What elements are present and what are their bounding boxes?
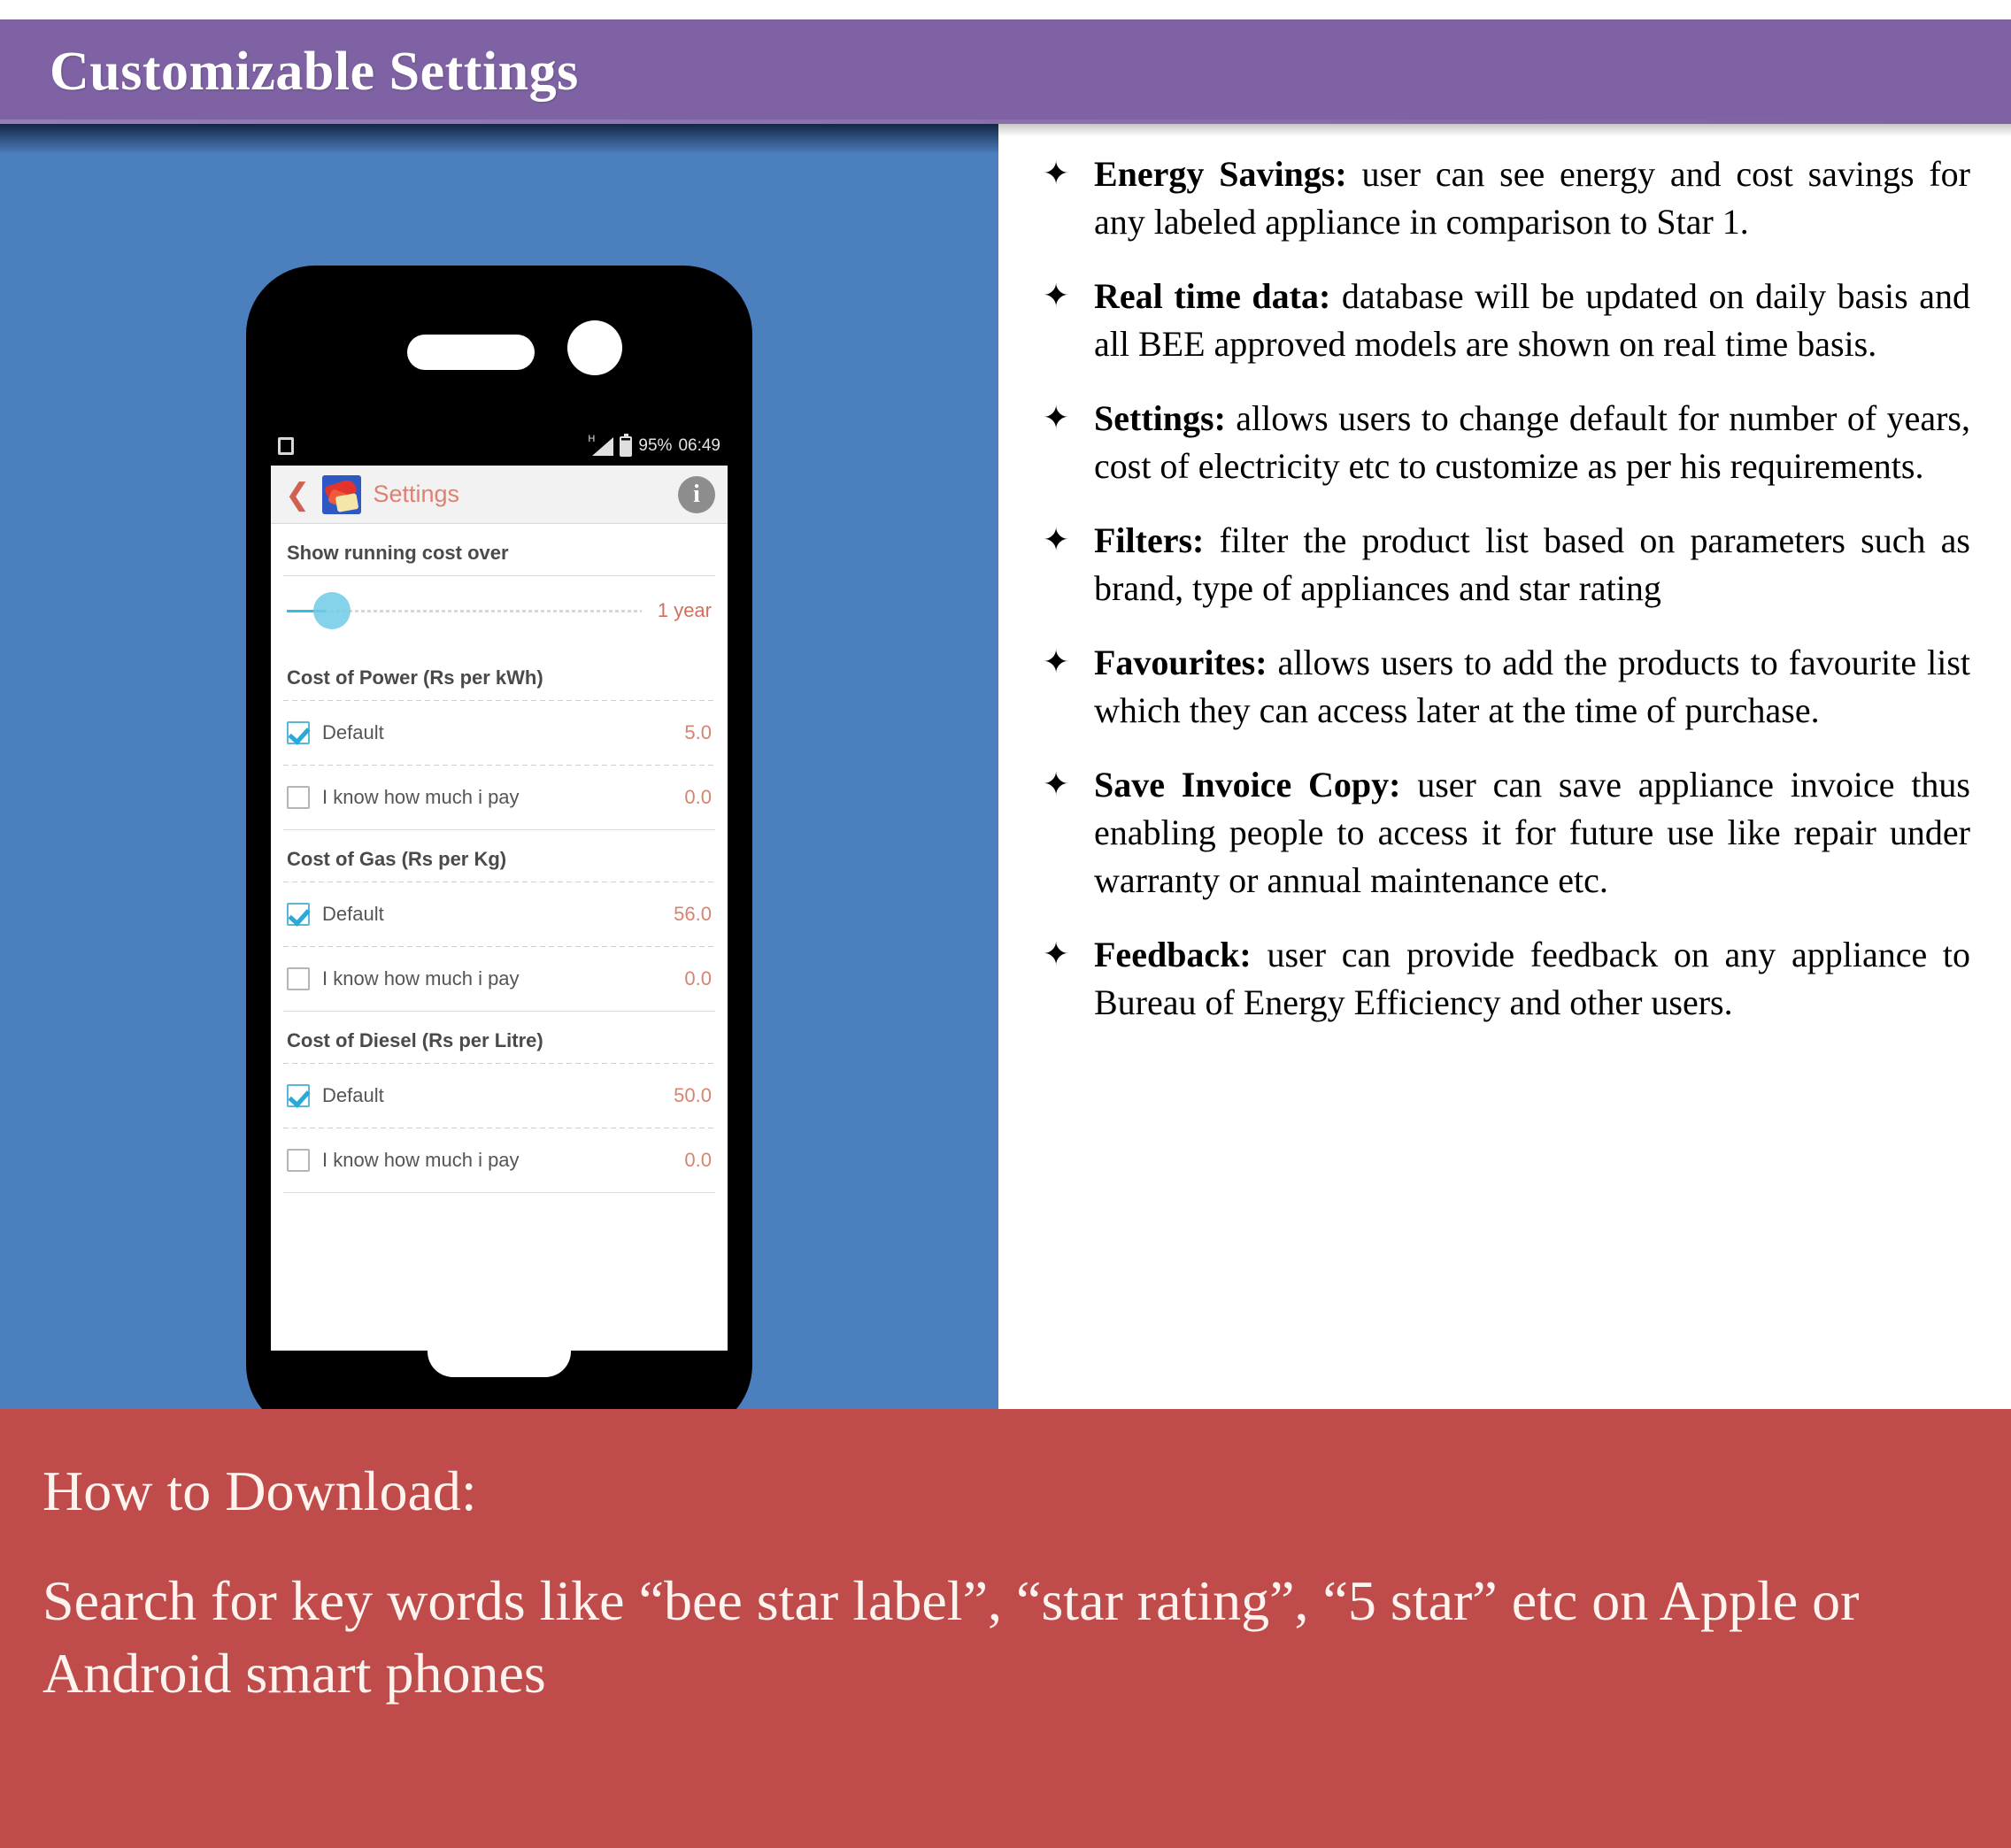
list-item[interactable]: Default 50.0 [271,1064,728,1128]
feature-lead: Favourites: [1094,643,1267,682]
phone-mockup: H 95% 06:49 ❮ Settings i Show running co… [246,266,752,1409]
status-bar-left [278,437,294,455]
top-margin-strip [0,0,2011,19]
panel-top-shadow [0,124,998,154]
list-item[interactable]: Default 56.0 [271,882,728,946]
list-item: ✦ Favourites: allows users to add the pr… [1039,639,1970,735]
signal-bars-icon: H [588,434,614,456]
status-bar-right: H 95% 06:49 [588,433,720,457]
diamond-bullet-icon: ✦ [1043,278,1070,314]
checkbox-unchecked-icon[interactable] [287,786,310,809]
phone-showcase-panel: H 95% 06:49 ❮ Settings i Show running co… [0,124,998,1409]
option-label: I know how much i pay [322,786,520,808]
panel-top-shadow [998,124,2011,136]
checkbox-unchecked-icon[interactable] [287,1149,310,1172]
list-item: ✦ Settings: allows users to change defau… [1039,395,1970,490]
list-item[interactable]: I know how much i pay 0.0 [271,766,728,829]
feature-lead: Energy Savings: [1094,154,1347,194]
list-item: ✦ Feedback: user can provide feedback on… [1039,931,1970,1027]
list-item: ✦ Filters: filter the product list based… [1039,517,1970,612]
diamond-bullet-icon: ✦ [1043,400,1070,436]
option-value: 0.0 [684,967,712,989]
slider-value-label: 1 year [657,599,712,621]
option-label: Default [322,903,384,925]
diamond-bullet-icon: ✦ [1043,936,1070,973]
feature-text: Filters: filter the product list based o… [1094,517,1970,612]
feature-list-panel: ✦ Energy Savings: user can see energy an… [998,124,2011,1409]
list-item[interactable]: Default 5.0 [271,701,728,765]
phone-front-camera-icon [567,320,622,375]
slide-title-band: Customizable Settings [0,19,2011,124]
section-label-cost-of-diesel: Cost of Diesel (Rs per Litre) [287,1029,543,1051]
divider [283,1192,715,1193]
section-label-running-cost: Show running cost over [287,542,509,564]
option-label: I know how much i pay [322,967,520,989]
app-screen-title: Settings [373,481,460,507]
checkbox-checked-icon[interactable] [287,721,310,744]
footer-body-text: Search for key words like “bee star labe… [42,1569,1860,1706]
option-label: Default [322,721,384,743]
option-value: 50.0 [674,1084,712,1106]
feature-text: Real time data: database will be updated… [1094,273,1970,368]
option-value: 0.0 [684,1149,712,1171]
app-logo-icon [321,474,361,514]
feature-lead: Filters: [1094,520,1205,560]
feature-text: Feedback: user can provide feedback on a… [1094,931,1970,1027]
list-item: ✦ Energy Savings: user can see energy an… [1039,150,1970,246]
app-header-bar: ❮ Settings i [271,466,728,524]
feature-lead: Real time data: [1094,276,1331,316]
battery-percent-label: 95% [638,436,673,455]
list-item: ✦ Save Invoice Copy: user can save appli… [1039,761,1970,905]
feature-text: Energy Savings: user can see energy and … [1094,150,1970,246]
feature-lead: Save Invoice Copy: [1094,765,1401,805]
option-label: Default [322,1084,384,1106]
how-to-download-footer: How to Download: Search for key words li… [0,1409,2011,1848]
option-value: 0.0 [684,786,712,808]
feature-lead: Feedback: [1094,935,1252,974]
checkbox-checked-icon[interactable] [287,903,310,926]
slider-thumb[interactable] [313,592,351,629]
back-chevron-icon[interactable]: ❮ [285,480,311,510]
feature-text: Save Invoice Copy: user can save applian… [1094,761,1970,905]
status-bar-clock: 06:49 [678,436,720,455]
diamond-bullet-icon: ✦ [1043,766,1070,803]
info-icon[interactable]: i [678,475,715,513]
square-notification-icon [278,437,294,455]
battery-icon [620,433,633,457]
phone-status-bar: H 95% 06:49 [271,427,728,466]
diamond-bullet-icon: ✦ [1043,156,1070,192]
running-cost-slider[interactable] [287,592,642,629]
checkbox-unchecked-icon[interactable] [287,967,310,990]
phone-earpiece-speaker [407,335,535,370]
feature-lead: Settings: [1094,398,1226,438]
section-label-cost-of-power: Cost of Power (Rs per kWh) [287,666,543,689]
feature-text: Favourites: allows users to add the prod… [1094,639,1970,735]
feature-text: Settings: allows users to change default… [1094,395,1970,490]
diamond-bullet-icon: ✦ [1043,522,1070,558]
diamond-bullet-icon: ✦ [1043,644,1070,681]
page-title: Customizable Settings [50,42,579,102]
section-label-cost-of-gas: Cost of Gas (Rs per Kg) [287,848,507,870]
feature-description: filter the product list based on paramet… [1094,520,1970,608]
list-item: ✦ Real time data: database will be updat… [1039,273,1970,368]
option-value: 56.0 [674,903,712,925]
list-item[interactable]: I know how much i pay 0.0 [271,947,728,1011]
running-cost-slider-row[interactable]: 1 year [271,576,728,649]
checkbox-checked-icon[interactable] [287,1084,310,1107]
list-item[interactable]: I know how much i pay 0.0 [271,1128,728,1192]
option-label: I know how much i pay [322,1149,520,1171]
feature-description: allows users to change default for numbe… [1094,398,1970,486]
feature-bullet-list: ✦ Energy Savings: user can see energy an… [1039,150,1970,1027]
footer-heading: How to Download: [42,1459,477,1522]
option-value: 5.0 [684,721,712,743]
app-screen: ❮ Settings i Show running cost over 1 ye… [271,466,728,1351]
